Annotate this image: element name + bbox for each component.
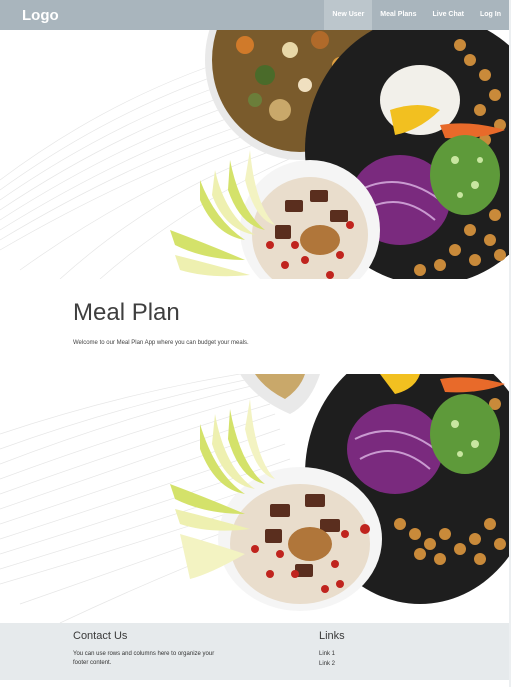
nav-item-meal-plans[interactable]: Meal Plans <box>372 0 424 30</box>
food-bowls-illustration <box>0 374 509 623</box>
footer-link-2[interactable]: Link 2 <box>319 661 335 667</box>
footer-contact-text-line1: You can use rows and columns here to org… <box>73 651 215 657</box>
footer-contact-title: Contact Us <box>73 630 128 642</box>
footer: Contact Us You can use rows and columns … <box>0 623 509 680</box>
page-title: Meal Plan <box>73 299 180 326</box>
page-subtitle: Welcome to our Meal Plan App where you c… <box>73 340 249 346</box>
nav-menu: New User Meal Plans Live Chat Log In <box>324 0 509 30</box>
navbar: Logo New User Meal Plans Live Chat Log I… <box>0 0 509 30</box>
footer-links-title: Links <box>319 630 345 642</box>
intro-section: Meal Plan Welcome to our Meal Plan App w… <box>0 279 509 374</box>
nav-item-live-chat[interactable]: Live Chat <box>424 0 472 30</box>
footer-contact-text-line2: footer content. <box>73 660 112 666</box>
hero-food-image <box>0 30 509 279</box>
footer-link-1[interactable]: Link 1 <box>319 651 335 657</box>
food-bowls-illustration <box>0 30 509 279</box>
hero-food-image-secondary <box>0 374 509 623</box>
nav-item-log-in[interactable]: Log In <box>472 0 509 30</box>
logo[interactable]: Logo <box>22 7 59 24</box>
nav-item-new-user[interactable]: New User <box>324 0 373 30</box>
